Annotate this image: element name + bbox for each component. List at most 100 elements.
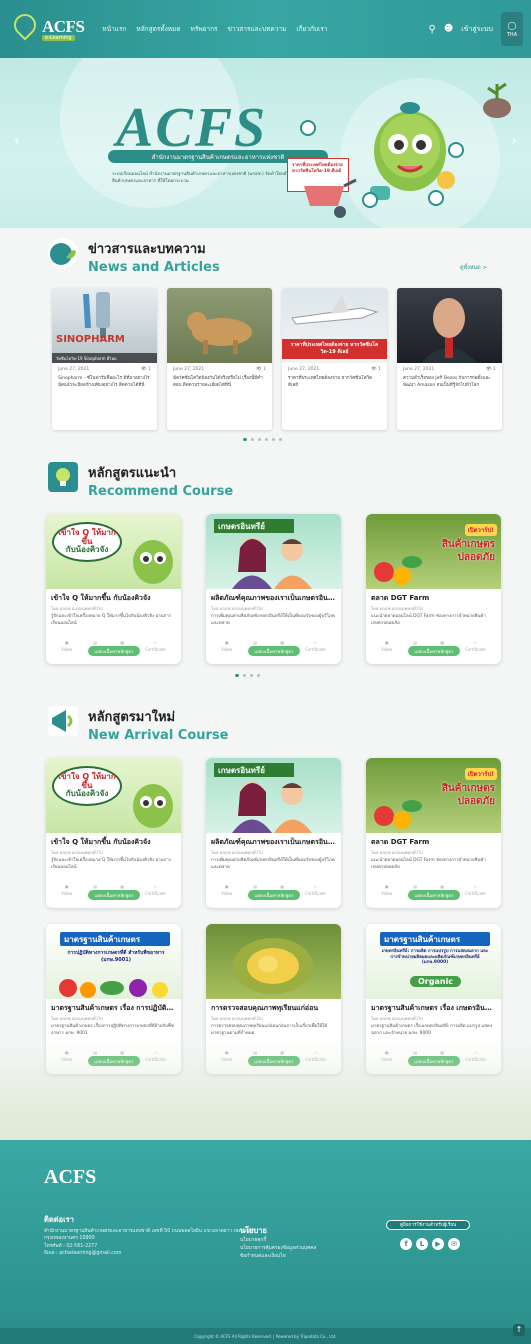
news-view-all-link[interactable]: ดูทั้งหมด > xyxy=(460,264,487,272)
course-card[interactable]: เข้าใจ Q ให้มากขึ้น กับน้องคิวจัง เข้าใจ … xyxy=(46,514,181,664)
course-view-button[interactable]: แสดงเนื้อหาหลักสูตร xyxy=(248,890,300,900)
decor-icon-dot xyxy=(448,142,464,158)
news-card-image xyxy=(397,288,502,363)
course-image-banner: เกษตรอินทรีย์ xyxy=(214,519,294,533)
course-author: โดย มกอช.อบรมบุคคลทั่วไป xyxy=(211,606,263,611)
back-to-top-button[interactable]: ↑ xyxy=(513,1324,525,1336)
course-view-button[interactable]: แสดงเนื้อหาหลักสูตร xyxy=(248,646,300,656)
course-card[interactable]: เปิดวาร์ป! สินค้าเกษตรปลอดภัย ตลาด DGT F… xyxy=(366,758,501,908)
news-card-meta: June 27, 2021 👁 1 xyxy=(397,363,502,376)
course-view-button[interactable]: แสดงเนื้อหาหลักสูตร xyxy=(88,646,140,656)
course-title: มาตรฐานสินค้าเกษตร เรื่อง การปฏิบัติทางก… xyxy=(51,1004,181,1012)
hero-next-arrow[interactable]: › xyxy=(511,133,517,149)
course-title: ตลาด DGT Farm xyxy=(371,594,430,602)
news-heading: ข่าวสารและบทความ News and Articles xyxy=(0,232,531,275)
menu-item-news[interactable]: ข่าวสารและบทความ xyxy=(228,24,287,34)
course-image: เปิดวาร์ป! สินค้าเกษตรปลอดภัย xyxy=(366,758,501,833)
news-card-text: ราคาที่ประเทศไทยต้องจ่าย หากวัคซีนโควิดด… xyxy=(288,376,373,388)
course-title: ผลิตภัณฑ์คุณภาพของเราเป็นเกษตรอินทรีย์ xyxy=(211,838,341,846)
certificate-icon: ☆Certificate xyxy=(305,640,326,652)
news-card-meta: June 27, 2021 👁 1 xyxy=(52,363,157,376)
course-view-button[interactable]: แสดงเนื้อหาหลักสูตร xyxy=(88,890,140,900)
youtube-icon[interactable]: ▶ xyxy=(432,1238,444,1250)
contact-title: ติดต่อเรา xyxy=(44,1215,74,1224)
news-card-text: ฉีดวัคซีนโควิดป้องกันได้จริงหรือไม่ เรื่… xyxy=(173,376,263,388)
syringe-illustration xyxy=(83,292,110,338)
course-card[interactable]: เปิดวาร์ป! สินค้าเกษตรปลอดภัย ตลาด DGT F… xyxy=(366,514,501,664)
course-title: เข้าใจ Q ให้มากขึ้น กับน้องคิวจัง xyxy=(51,838,151,846)
language-switcher[interactable]: ◯ THA xyxy=(501,12,523,46)
decor-icon-dot xyxy=(428,190,444,206)
arrival-course-list-row1: เข้าใจ Q ให้มากขึ้น กับน้องคิวจัง เข้าใจ … xyxy=(46,758,501,908)
social-links: f L ▶ ✉ xyxy=(400,1238,460,1250)
farmers-illustration xyxy=(232,538,312,589)
course-image-banner: สินค้าเกษตรปลอดภัย xyxy=(441,539,495,563)
news-card[interactable]: SINOPHARM วัคซีนโควิด-19 Sinopharm ดีไหม… xyxy=(52,288,157,430)
contact-email: อีเมล : acfselearning@gmail.com xyxy=(44,1251,122,1257)
menu-item-all-courses[interactable]: หลักสูตรทั้งหมด xyxy=(136,24,180,34)
login-link[interactable]: เข้าสู่ระบบ xyxy=(461,24,493,35)
course-author: โดย มกอช.อบรมบุคคลทั่วไป xyxy=(371,1016,423,1021)
search-icon[interactable]: ⚲ xyxy=(428,24,435,35)
course-view-button[interactable]: แสดงเนื้อหาหลักสูตร xyxy=(408,890,460,900)
certificate-icon: ☆Certificate xyxy=(145,884,166,896)
course-image-banner: มาตรฐานสินค้าเกษตร xyxy=(380,932,490,946)
course-image: มาตรฐานสินค้าเกษตร เกษตรอินทรีย์: การผลิ… xyxy=(366,924,501,999)
news-card-image-caption: วัคซีนโควิด-19 Sinopharm ดีไหม xyxy=(52,353,157,363)
email-icon[interactable]: ✉ xyxy=(448,1238,460,1250)
news-card[interactable]: June 27, 2021 👁 1 ฉีดวัคซีนโควิดป้องกันได… xyxy=(167,288,272,430)
news-views: 👁 1 xyxy=(370,367,381,372)
course-title: ผลิตภัณฑ์คุณภาพของเราเป็นเกษตรอินทรีย์ xyxy=(211,594,341,602)
course-description: รู้จักและเข้าใจเครื่องหมาย Q ให้มากขึ้นไ… xyxy=(51,858,172,870)
menu-item-home[interactable]: หน้าแรก xyxy=(102,24,126,34)
news-card-image xyxy=(167,288,272,363)
globe-icon: ◯ xyxy=(507,20,517,30)
news-title-th: ข่าวสารและบทความ xyxy=(88,242,206,257)
video-icon: ▣Video xyxy=(221,640,233,652)
megaphone-icon xyxy=(48,706,78,736)
course-card[interactable]: เกษตรอินทรีย์ ผลิตภัณฑ์คุณภาพของเราเป็นเ… xyxy=(206,514,341,664)
news-date: June 27, 2021 xyxy=(58,367,90,372)
news-pagination-dots[interactable] xyxy=(243,438,282,441)
menu-item-resources[interactable]: ทรัพยากร xyxy=(191,24,218,34)
news-views: 👁 1 xyxy=(255,367,266,372)
news-card[interactable]: ราคาที่ประเทศไทยต้องจ่าย หากวัคซีนโควิด-… xyxy=(282,288,387,430)
course-description: การเพิ่มคุณค่าผลิตภัณฑ์เกษตรอินทรีย์ให้เ… xyxy=(211,858,335,870)
course-view-button[interactable]: แสดงเนื้อหาหลักสูตร xyxy=(408,646,460,656)
policy-title: นโยบาย xyxy=(240,1226,267,1235)
course-author: โดย มกอช.อบรมบุคคลทั่วไป xyxy=(371,850,423,855)
course-card[interactable]: เกษตรอินทรีย์ ผลิตภัณฑ์คุณภาพของเราเป็นเ… xyxy=(206,758,341,908)
video-icon: ▣Video xyxy=(381,640,393,652)
course-title: เข้าใจ Q ให้มากขึ้น กับน้องคิวจัง xyxy=(51,594,151,602)
course-author: โดย มกอช.อบรมบุคคลทั่วไป xyxy=(51,606,103,611)
arrival-heading: หลักสูตรมาใหม่ New Arrival Course xyxy=(0,706,531,743)
video-icon: ▣Video xyxy=(381,884,393,896)
recommend-title-th: หลักสูตรแนะนำ xyxy=(88,466,177,481)
facebook-icon[interactable]: f xyxy=(400,1238,412,1250)
news-title-en: News and Articles xyxy=(88,260,220,275)
news-date: June 27, 2021 xyxy=(173,367,205,372)
recommend-pagination-dots[interactable] xyxy=(235,674,260,677)
mascot-illustration xyxy=(133,784,173,828)
portrait-illustration xyxy=(421,298,477,363)
site-logo[interactable]: ACFS e-Learning xyxy=(42,17,85,41)
hero-prev-arrow[interactable]: ‹ xyxy=(14,133,20,149)
menu-item-about[interactable]: เกี่ยวกับเรา xyxy=(296,24,327,34)
news-views: 👁 1 xyxy=(140,367,151,372)
contact-phone: โทรศัพท์ : 02-561-2277 xyxy=(44,1243,98,1249)
hero-banner: ACFS สำนักงานมาตรฐานสินค้าเกษตรและอาหารแ… xyxy=(0,58,531,228)
nav-right: ⚲ ☻ เข้าสู่ระบบ ◯ THA xyxy=(428,12,523,46)
user-icon[interactable]: ☻ xyxy=(444,24,453,34)
video-icon: ▣Video xyxy=(221,884,233,896)
policy-link-cookie[interactable]: นโยบายคุกกี้ xyxy=(240,1237,316,1245)
line-icon[interactable]: L xyxy=(416,1238,428,1250)
news-card[interactable]: June 27, 2021 👁 1 ความสำเร็จของ Jeff Bezo… xyxy=(397,288,502,430)
policy-link-privacy[interactable]: นโยบายการคุ้มครองข้อมูลส่วนบุคคล xyxy=(240,1245,316,1253)
user-manual-button[interactable]: คู่มือการใช้งานสำหรับผู้เรียน xyxy=(386,1220,470,1230)
durian-illustration xyxy=(233,938,313,994)
course-card[interactable]: เข้าใจ Q ให้มากขึ้น กับน้องคิวจัง เข้าใจ … xyxy=(46,758,181,908)
policy-link-terms[interactable]: ข้อกำหนดและเงื่อนไข xyxy=(240,1253,316,1261)
airplane-illustration xyxy=(291,294,379,325)
course-image: เปิดวาร์ป! สินค้าเกษตรปลอดภัย xyxy=(366,514,501,589)
news-card-meta: June 27, 2021 👁 1 xyxy=(167,363,272,376)
